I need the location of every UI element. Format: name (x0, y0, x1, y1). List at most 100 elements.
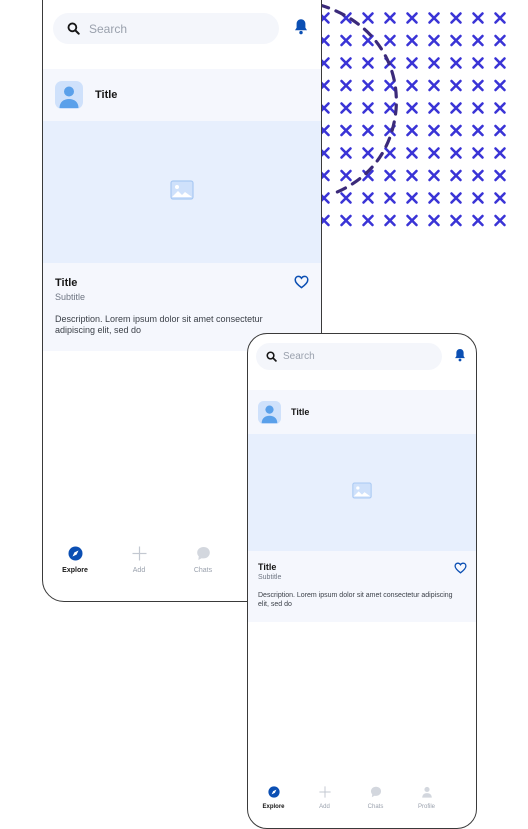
decorative-x-mark (494, 124, 506, 137)
decorative-x-mark (450, 79, 462, 92)
decorative-x-mark (384, 79, 396, 92)
decorative-x-mark (406, 147, 418, 159)
search-icon (260, 351, 282, 362)
card-description: Description. Lorem ipsum dolor sit amet … (55, 314, 263, 335)
compass-icon (68, 545, 83, 561)
decorative-x-mark (340, 57, 352, 69)
decorative-x-mark (340, 34, 352, 47)
nav-label: Explore (262, 804, 285, 810)
search-input[interactable]: Search (283, 351, 315, 362)
search-input[interactable]: Search (89, 22, 127, 36)
decorative-x-mark (362, 214, 374, 227)
decorative-x-mark (472, 57, 484, 69)
decorative-x-mark (494, 12, 506, 24)
decorative-x-mark (406, 102, 418, 114)
decorative-x-mark (406, 79, 418, 92)
nav-label: Chats (367, 804, 384, 810)
decorative-x-mark (384, 214, 396, 227)
decorative-x-mark (340, 79, 352, 92)
decorative-x-mark (362, 79, 374, 92)
search-bar[interactable]: Search (256, 343, 442, 370)
decorative-x-mark (494, 79, 506, 92)
chat-bubble-icon (370, 784, 382, 800)
decorative-x-mark (406, 34, 418, 47)
search-icon (59, 22, 87, 35)
decorative-x-mark (428, 214, 440, 227)
decorative-x-mark (494, 147, 506, 159)
card-body: Title Subtitle Description. Lorem ipsum … (248, 551, 476, 609)
bell-icon[interactable] (294, 18, 308, 40)
heart-icon[interactable] (454, 561, 467, 579)
chat-bubble-icon (196, 545, 211, 561)
decorative-x-mark (362, 147, 374, 159)
decorative-x-mark (450, 124, 462, 137)
nav-item-add[interactable]: Add (107, 545, 171, 585)
decorative-x-mark (472, 102, 484, 114)
decorative-x-mark (362, 12, 374, 24)
decorative-x-mark (450, 192, 462, 204)
decorative-x-mark (362, 192, 374, 204)
nav-item-explore[interactable]: Explore (248, 784, 299, 818)
decorative-x-mark (340, 169, 352, 182)
feed-card[interactable]: Title Title Subtitle Description. Lorem … (248, 390, 476, 622)
decorative-x-mark (362, 102, 374, 114)
decorative-x-mark (406, 214, 418, 227)
card-header: Title (43, 69, 321, 121)
card-title: Title (55, 277, 78, 289)
bell-icon[interactable] (454, 348, 466, 367)
nav-item-chats[interactable]: Chats (350, 784, 401, 818)
decorative-x-mark (428, 57, 440, 69)
plus-icon (318, 784, 331, 800)
decorative-x-mark (384, 192, 396, 204)
nav-label: Chats (193, 567, 213, 574)
decorative-x-mark (428, 79, 440, 92)
decorative-x-mark (384, 169, 396, 182)
decorative-x-mark (428, 12, 440, 24)
decorative-x-mark (340, 192, 352, 204)
decorative-x-mark (428, 192, 440, 204)
decorative-x-pattern (318, 3, 506, 227)
decorative-x-mark (384, 34, 396, 47)
image-placeholder-icon (352, 482, 372, 504)
bottom-nav: Explore Add Chats Profile (248, 784, 476, 818)
decorative-x-mark (450, 169, 462, 182)
decorative-x-mark (406, 57, 418, 69)
card-image (248, 434, 476, 551)
decorative-x-mark (428, 147, 440, 159)
decorative-x-mark (340, 147, 352, 159)
feed-card[interactable]: Title Title Subtitle Description. Lorem … (43, 69, 321, 351)
heart-icon[interactable] (294, 275, 309, 294)
decorative-x-mark (406, 124, 418, 137)
decorative-x-mark (428, 102, 440, 114)
card-body: Title Subtitle Description. Lorem ipsum … (43, 263, 321, 336)
decorative-x-mark (450, 147, 462, 159)
decorative-x-mark (384, 102, 396, 114)
decorative-x-mark (472, 147, 484, 159)
decorative-x-mark (494, 192, 506, 204)
card-image (43, 121, 321, 263)
decorative-x-mark (340, 214, 352, 227)
plus-icon (132, 545, 147, 561)
nav-item-chats[interactable]: Chats (171, 545, 235, 585)
search-bar[interactable]: Search (53, 13, 279, 44)
nav-item-explore[interactable]: Explore (43, 545, 107, 585)
decorative-x-mark (472, 12, 484, 24)
decorative-x-mark (472, 169, 484, 182)
decorative-x-mark (472, 214, 484, 227)
nav-item-profile[interactable]: Profile (401, 784, 452, 818)
card-title: Title (258, 562, 277, 572)
decorative-x-mark (406, 169, 418, 182)
decorative-x-mark (450, 12, 462, 24)
decorative-x-mark (362, 34, 374, 47)
decorative-x-mark (450, 57, 462, 69)
compass-icon (267, 784, 280, 800)
decorative-x-mark (384, 147, 396, 159)
decorative-x-mark (494, 57, 506, 69)
decorative-x-mark (472, 192, 484, 204)
nav-item-add[interactable]: Add (299, 784, 350, 818)
decorative-x-mark (450, 102, 462, 114)
phone-screen-secondary: Search Title Title Subtitle Description.… (247, 333, 477, 829)
decorative-x-mark (384, 12, 396, 24)
decorative-x-mark (428, 34, 440, 47)
decorative-x-mark (494, 169, 506, 182)
